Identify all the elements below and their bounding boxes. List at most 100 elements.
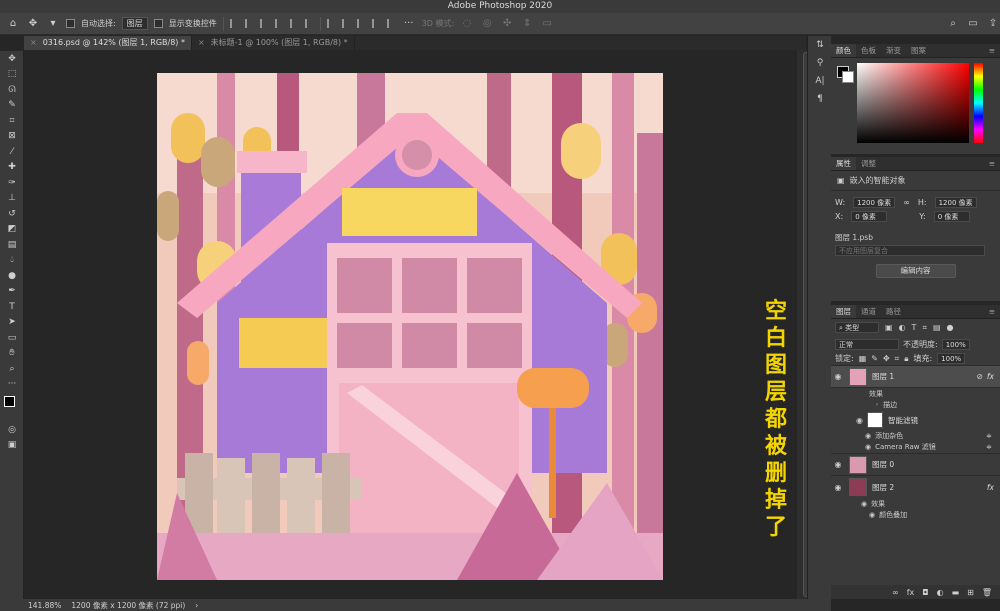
opacity-field[interactable]: 100% — [941, 338, 970, 350]
clone-stamp-tool-icon[interactable]: ⊥ — [0, 191, 24, 207]
tool-preset-chevron-icon[interactable]: ▾ — [46, 17, 60, 31]
filter-toggle-icon[interactable]: ● — [947, 323, 954, 332]
auto-select-dropdown[interactable]: 图层 — [121, 17, 148, 30]
distribute-right-icon[interactable] — [356, 19, 366, 28]
lock-position-icon[interactable]: ✥ — [883, 354, 890, 363]
visibility-eye-icon[interactable]: ◉ — [865, 432, 871, 440]
visibility-eye-icon[interactable]: ◦ — [875, 401, 879, 409]
move-tool-icon[interactable]: ✥ — [26, 17, 40, 31]
hue-slider[interactable] — [974, 63, 983, 143]
visibility-eye-icon[interactable]: ◉ — [831, 416, 867, 425]
eraser-tool-icon[interactable]: ◩ — [0, 222, 24, 238]
filter-type-icon[interactable]: T — [912, 323, 917, 332]
fx-icon[interactable]: fx — [987, 372, 994, 381]
align-right-icon[interactable] — [259, 19, 269, 28]
tab-layers[interactable]: 图层 — [831, 305, 856, 318]
show-transform-checkbox[interactable] — [153, 19, 163, 28]
tab-channels[interactable]: 通道 — [856, 305, 881, 318]
new-adjustment-icon[interactable]: ◐ — [937, 588, 944, 597]
quick-mask-icon[interactable]: ◎ — [0, 422, 24, 438]
tab-properties[interactable]: 属性 — [831, 157, 856, 170]
hand-tool-icon[interactable]: ✋︎ — [0, 346, 24, 362]
smart-filters-row[interactable]: ◉ 智能滤镜 — [831, 410, 1000, 430]
artwork-canvas[interactable] — [157, 73, 663, 580]
align-left-icon[interactable] — [229, 19, 239, 28]
3d-slide-icon[interactable]: ⇕ — [520, 17, 534, 31]
blend-mode-dropdown[interactable]: 正常 — [835, 338, 899, 350]
w-field[interactable]: 1200 像素 — [853, 196, 896, 208]
visibility-eye-icon[interactable]: ◉ — [831, 483, 845, 492]
type-tool-icon[interactable]: T — [0, 299, 24, 315]
tab-color[interactable]: 颜色 — [831, 44, 856, 57]
visibility-eye-icon[interactable]: ◉ — [865, 443, 871, 451]
libraries-panel-icon[interactable]: ⚲ — [808, 54, 832, 72]
panel-menu-icon[interactable]: ≡ — [984, 44, 1000, 57]
edit-contents-button[interactable]: 编辑内容 — [875, 264, 956, 278]
color-overlay-effect-row[interactable]: ◉ 颜色叠加 — [831, 509, 1000, 520]
lock-artboard-icon[interactable]: ⌗ — [895, 354, 900, 364]
3d-scale-icon[interactable]: ▭ — [540, 17, 554, 31]
tab-gradients[interactable]: 渐变 — [881, 44, 906, 57]
fx-icon[interactable]: fx — [987, 483, 994, 492]
history-panel-icon[interactable]: ⇅ — [808, 36, 832, 54]
close-tab-icon[interactable]: × — [198, 38, 205, 47]
layer-comp-dropdown[interactable]: 不应用图层复合 — [835, 245, 985, 256]
x-field[interactable]: 0 像素 — [851, 210, 888, 222]
visibility-eye-icon[interactable]: ◉ — [869, 511, 875, 519]
gradient-tool-icon[interactable]: ▤ — [0, 237, 24, 253]
zoom-level[interactable]: 141.88% — [28, 601, 61, 610]
camera-raw-filter-row[interactable]: ◉ Camera Raw 滤镜 ≑ — [831, 441, 1000, 454]
brush-tool-icon[interactable]: ✑ — [0, 175, 24, 191]
add-style-icon[interactable]: fx — [907, 588, 915, 597]
3d-pan-icon[interactable]: ✣ — [500, 17, 514, 31]
link-layers-icon[interactable]: ∞ — [892, 588, 899, 597]
distribute-top-icon[interactable] — [371, 19, 381, 28]
pen-tool-icon[interactable]: ✒ — [0, 284, 24, 300]
align-top-icon[interactable] — [274, 19, 284, 28]
align-middle-icon[interactable] — [289, 19, 299, 28]
chevron-right-icon[interactable]: › — [195, 601, 198, 610]
document-info[interactable]: 1200 像素 x 1200 像素 (72 ppi) — [71, 600, 185, 611]
effects-row[interactable]: 效果 — [831, 388, 1000, 399]
add-mask-icon[interactable]: ◘ — [922, 588, 928, 597]
3d-roll-icon[interactable]: ◎ — [480, 17, 494, 31]
filter-adjustment-icon[interactable]: ◐ — [899, 323, 906, 332]
link-icon[interactable]: ∞ — [903, 198, 910, 207]
panel-menu-icon[interactable]: ≡ — [984, 157, 1000, 170]
distribute-center-icon[interactable] — [341, 19, 351, 28]
layer-row-layer-0[interactable]: ◉ 图层 0 — [831, 454, 1000, 476]
lock-paint-icon[interactable]: ✎ — [871, 354, 878, 363]
tab-paths[interactable]: 路径 — [881, 305, 906, 318]
visibility-eye-icon[interactable]: ◉ — [831, 460, 845, 469]
filter-options-icon[interactable]: ≑ — [986, 443, 992, 451]
share-icon[interactable]: ⇪ — [986, 17, 1000, 31]
tab-swatches[interactable]: 色板 — [856, 44, 881, 57]
filter-type-dropdown[interactable]: ⌕ 类型 — [835, 322, 879, 333]
align-bottom-icon[interactable] — [304, 19, 314, 28]
path-selection-tool-icon[interactable]: ➤ — [0, 315, 24, 331]
filter-mask-thumbnail[interactable] — [867, 412, 883, 428]
lasso-tool-icon[interactable]: ᘏ — [0, 82, 24, 98]
panel-menu-icon[interactable]: ≡ — [984, 305, 1000, 318]
auto-select-checkbox[interactable] — [66, 19, 75, 28]
screen-mode-icon[interactable]: ▣ — [0, 438, 24, 454]
layer-row-layer-1[interactable]: ◉ 图层 1 ⊘ fx — [831, 366, 1000, 388]
workspace-icon[interactable]: ▭ — [966, 17, 980, 31]
visibility-eye-icon[interactable]: ◉ — [831, 372, 845, 381]
paragraph-panel-icon[interactable]: ¶ — [808, 90, 832, 108]
character-panel-icon[interactable]: A| — [808, 72, 832, 90]
y-field[interactable]: 0 像素 — [933, 210, 970, 222]
new-group-icon[interactable]: ▬ — [952, 588, 960, 597]
move-tool-icon[interactable]: ✥ — [0, 51, 24, 67]
healing-brush-tool-icon[interactable]: ✚ — [0, 160, 24, 176]
color-swatch-icon[interactable] — [0, 392, 24, 422]
eyedropper-tool-icon[interactable]: ⁄ — [0, 144, 24, 160]
lock-all-icon[interactable]: 🔒︎ — [904, 354, 908, 364]
align-center-icon[interactable] — [244, 19, 254, 28]
frame-tool-icon[interactable]: ⊠ — [0, 129, 24, 145]
distribute-middle-icon[interactable] — [386, 19, 396, 28]
more-options-icon[interactable]: ··· — [402, 17, 416, 31]
tab-0316-psd[interactable]: × 0316.psd @ 142% (图层 1, RGB/8) * — [24, 36, 192, 50]
filter-pixel-icon[interactable]: ▣ — [885, 323, 893, 332]
distribute-left-icon[interactable] — [326, 19, 336, 28]
